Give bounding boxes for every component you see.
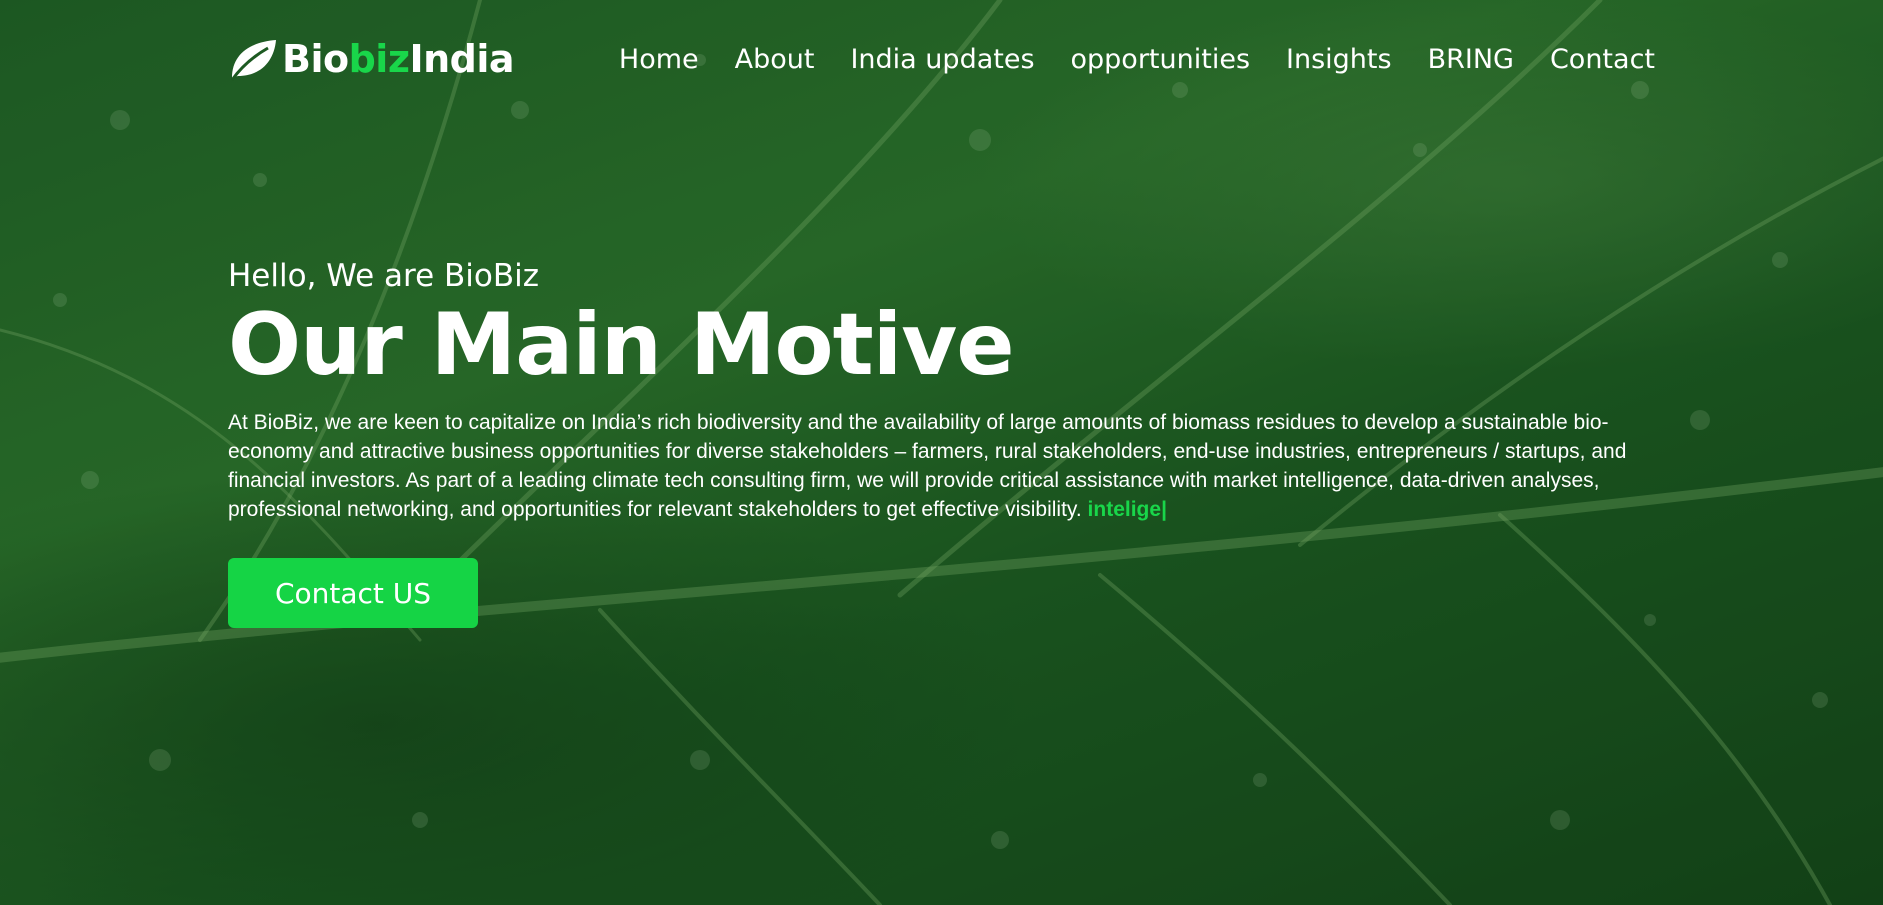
nav-link-insights[interactable]: Insights [1286, 44, 1392, 75]
nav-link-home[interactable]: Home [619, 44, 699, 75]
logo-text-biz: biz [348, 37, 410, 81]
contact-us-button[interactable]: Contact US [228, 558, 478, 629]
logo-text-bio: Bio [282, 37, 349, 81]
hero-description: At BioBiz, we are keen to capitalize on … [228, 408, 1658, 524]
nav-link-about[interactable]: About [735, 44, 815, 75]
hero-greeting: Hello, We are BioBiz [228, 258, 540, 294]
typed-text: intelige [1087, 498, 1162, 522]
hero-headline: Our Main Motive [228, 295, 1015, 395]
nav-link-bring[interactable]: BRING [1428, 44, 1514, 75]
nav-link-opportunities[interactable]: opportunities [1071, 44, 1251, 75]
logo-text-india: India [409, 37, 515, 81]
nav-link-india-updates[interactable]: India updates [850, 44, 1034, 75]
hero-description-text: At BioBiz, we are keen to capitalize on … [228, 411, 1627, 522]
site-logo[interactable]: Bio biz India [228, 36, 515, 82]
main-menu: Home About India updates opportunities I… [619, 44, 1655, 75]
hero-content: Hello, We are BioBiz Our Main Motive At … [228, 258, 1668, 629]
leaf-icon [230, 40, 276, 81]
top-navigation-bar: Bio biz India Home About India updates opp… [228, 36, 1655, 82]
typing-cursor: | [1161, 498, 1167, 522]
nav-link-contact[interactable]: Contact [1550, 44, 1655, 75]
